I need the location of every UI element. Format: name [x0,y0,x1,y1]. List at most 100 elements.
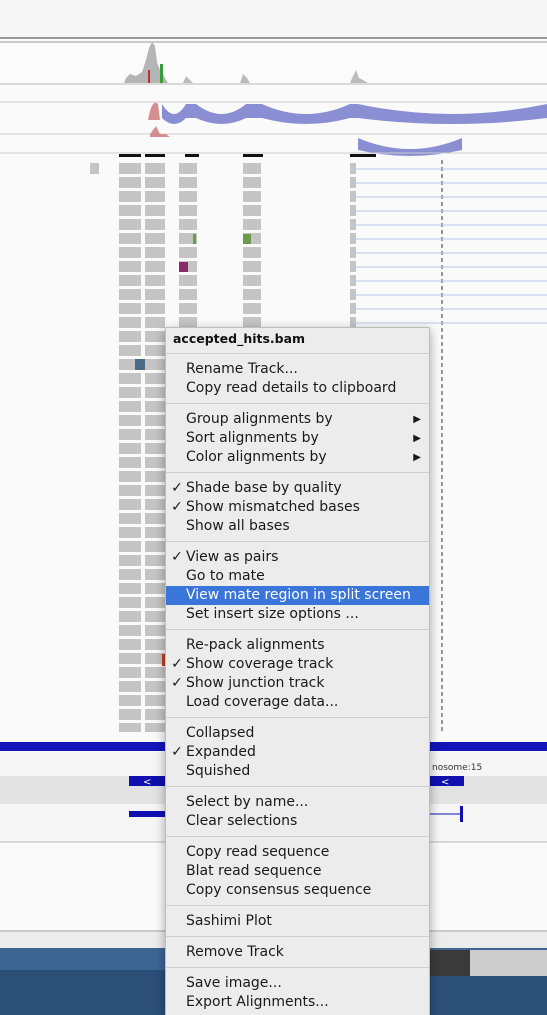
menu-item-sashimi-plot[interactable]: Sashimi Plot [166,912,429,931]
read-block [145,443,165,454]
read-block [145,247,165,258]
read-block [119,387,141,398]
menu-separator [166,905,429,906]
read-block [145,359,165,370]
menu-separator [166,541,429,542]
menu-item-label: Show junction track [186,675,325,691]
menu-item-copy-read-details-to-clipboard[interactable]: Copy read details to clipboard [166,379,429,398]
menu-separator [166,936,429,937]
menu-item-expanded[interactable]: ✓ Expanded [166,743,429,762]
read-block [243,261,261,272]
menu-item-select-by-name[interactable]: Select by name... [166,793,429,812]
read-block [243,303,261,314]
read-block [350,303,356,314]
menu-item-show-coverage-track[interactable]: ✓ Show coverage track [166,655,429,674]
menu-item-re-pack-alignments[interactable]: Re-pack alignments [166,636,429,655]
menu-separator [166,717,429,718]
menu-item-label: View as pairs [186,549,279,565]
coverage-track[interactable] [0,42,547,85]
menu-item-color-alignments-by[interactable]: Color alignments by ▶ [166,448,429,467]
read-block [119,177,141,188]
read-block [119,583,141,594]
menu-item-load-coverage-data[interactable]: Load coverage data... [166,693,429,712]
read-block [243,219,261,230]
read-block [145,415,165,426]
menu-item-remove-track[interactable]: Remove Track [166,943,429,962]
menu-item-collapsed[interactable]: Collapsed [166,724,429,743]
read-block [119,303,141,314]
read-block [145,345,165,356]
menu-item-label: Expanded [186,744,256,760]
read-block [119,373,141,384]
menu-item-copy-read-sequence[interactable]: Copy read sequence [166,843,429,862]
menu-item-label: Save image... [186,975,282,991]
menu-item-label: Group alignments by [186,411,333,427]
read-block [145,163,165,174]
read-block [145,191,165,202]
menu-item-show-all-bases[interactable]: Show all bases [166,517,429,536]
read-block [243,177,261,188]
menu-item-show-mismatched-bases[interactable]: ✓ Show mismatched bases [166,498,429,517]
read-block [179,303,197,314]
read-block [119,247,141,258]
read-block [145,695,165,706]
read-block [350,261,356,272]
read-block [119,205,141,216]
read-block [179,163,197,174]
menu-item-group-alignments-by[interactable]: Group alignments by ▶ [166,410,429,429]
menu-item-copy-consensus-sequence[interactable]: Copy consensus sequence [166,881,429,900]
read-block [145,275,165,286]
menu-item-export-alignments[interactable]: Export Alignments... [166,993,429,1012]
read-block [145,597,165,608]
menu-item-label: Copy read details to clipboard [186,380,397,396]
read-block [119,625,141,636]
read-block [119,499,141,510]
read-block [179,275,197,286]
menu-separator [166,353,429,354]
read-block [145,611,165,622]
menu-item-set-insert-size-options[interactable]: Set insert size options ... [166,605,429,624]
menu-item-save-image[interactable]: Save image... [166,974,429,993]
read-block [145,387,165,398]
read-block [350,163,356,174]
menu-title: accepted_hits.bam [173,331,306,346]
read-block [350,233,356,244]
menu-item-shade-base-by-quality[interactable]: ✓ Shade base by quality [166,479,429,498]
junction-track[interactable] [0,101,547,156]
read-block [145,177,165,188]
menu-item-show-junction-track[interactable]: ✓ Show junction track [166,674,429,693]
checkmark-icon: ✓ [171,549,183,565]
menu-item-squished[interactable]: Squished [166,762,429,781]
read-block [145,457,165,468]
read-block [145,289,165,300]
read-block [145,681,165,692]
menu-item-rename-track[interactable]: Rename Track... [166,360,429,379]
menu-item-label: Load coverage data... [186,694,339,710]
checkmark-icon: ✓ [171,675,183,691]
menu-item-label: Show mismatched bases [186,499,360,515]
menu-item-go-to-mate[interactable]: Go to mate [166,567,429,586]
menu-item-label: Blat read sequence [186,863,322,879]
read-block [119,401,141,412]
read-block [243,275,261,286]
read-block [119,163,141,174]
menu-item-view-mate-region-in-split-screen[interactable]: View mate region in split screen [166,586,429,605]
read-block [350,275,356,286]
read-block [119,639,141,650]
menu-item-view-as-pairs[interactable]: ✓ View as pairs [166,548,429,567]
checkmark-icon: ✓ [171,744,183,760]
menu-item-blat-read-sequence[interactable]: Blat read sequence [166,862,429,881]
read-block [350,219,356,230]
read-block [350,177,356,188]
menu-item-clear-selections[interactable]: Clear selections [166,812,429,831]
checkmark-icon: ✓ [171,656,183,672]
read-block [145,317,165,328]
read-block [145,639,165,650]
read-block [119,667,141,678]
menu-item-label: Go to mate [186,568,265,584]
menu-item-sort-alignments-by[interactable]: Sort alignments by ▶ [166,429,429,448]
track-context-menu[interactable]: accepted_hits.bam Rename Track... Copy re… [165,327,430,1015]
read-block [350,205,356,216]
read-block [145,331,165,342]
menu-item-label: Re-pack alignments [186,637,325,653]
